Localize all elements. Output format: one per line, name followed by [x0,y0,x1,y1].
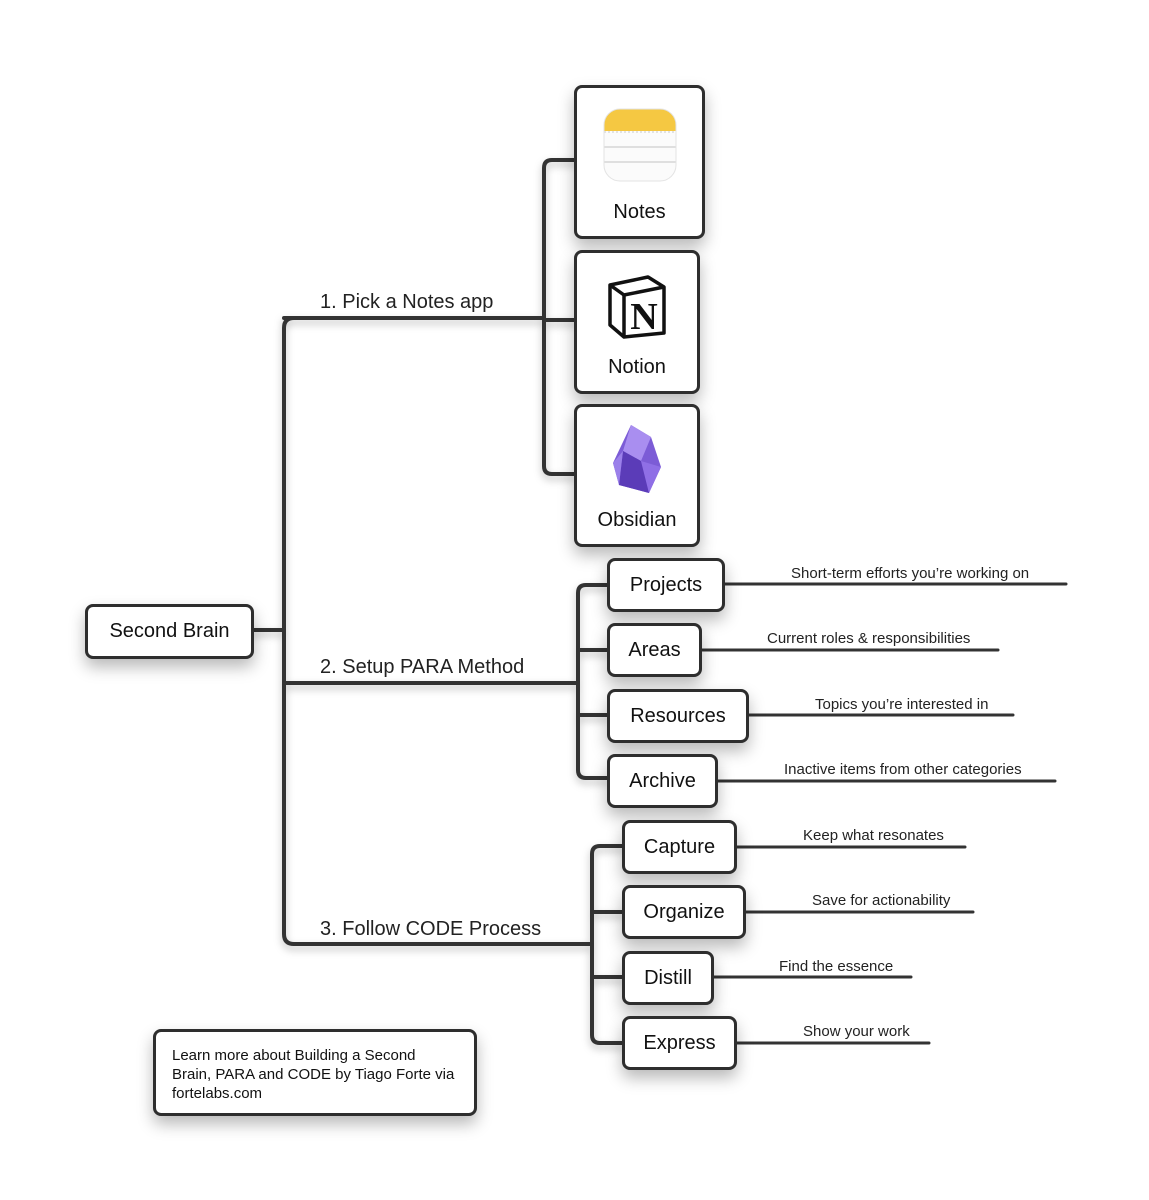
app-label-notes: Notes [613,201,666,223]
code-label-capture: Capture [643,835,716,858]
branch-label-pick-notes-app: 1. Pick a Notes app [320,291,494,313]
code-node-capture[interactable]: Capture [622,820,737,874]
branch-label-setup-para: 2. Setup PARA Method [320,656,525,678]
para-label-resources: Resources [630,704,726,727]
code-label-organize: Organize [643,900,725,923]
para-desc-areas: Current roles & responsibilities [767,630,971,647]
app-node-notes[interactable]: Notes [574,85,705,239]
branch-label-follow-code: 3. Follow CODE Process [320,918,542,940]
code-desc-distill: Find the essence [779,958,894,975]
para-label-projects: Projects [629,573,703,596]
para-node-areas[interactable]: Areas [607,623,702,677]
code-label-express: Express [643,1031,716,1054]
para-node-archive[interactable]: Archive [607,754,718,808]
app-node-obsidian[interactable]: Obsidian [574,404,700,547]
para-node-resources[interactable]: Resources [607,689,749,743]
code-node-distill[interactable]: Distill [622,951,714,1005]
app-label-obsidian: Obsidian [597,509,677,531]
para-desc-projects: Short-term efforts you’re working on [791,565,1030,582]
para-label-areas: Areas [628,638,681,661]
code-label-distill: Distill [644,966,692,989]
code-desc-express: Show your work [803,1023,910,1040]
code-desc-organize: Save for actionability [812,892,951,909]
code-node-express[interactable]: Express [622,1016,737,1070]
obsidian-icon [605,421,669,503]
app-node-notion[interactable]: N Notion [574,250,700,394]
code-node-organize[interactable]: Organize [622,885,746,939]
apple-notes-icon [601,106,679,190]
notion-icon: N [602,273,672,347]
para-label-archive: Archive [629,769,696,792]
root-node-second-brain[interactable]: Second Brain [85,604,254,659]
info-note-fortelabs: Learn more about Building a Second Brain… [153,1029,477,1116]
info-note-text: Learn more about Building a Second Brain… [172,1047,455,1102]
para-desc-resources: Topics you’re interested in [815,696,989,713]
code-desc-capture: Keep what resonates [803,827,944,844]
para-desc-archive: Inactive items from other categories [784,761,1022,778]
root-label: Second Brain [109,620,230,642]
para-node-projects[interactable]: Projects [607,558,725,612]
app-label-notion: Notion [608,356,666,378]
svg-text:N: N [630,296,657,338]
